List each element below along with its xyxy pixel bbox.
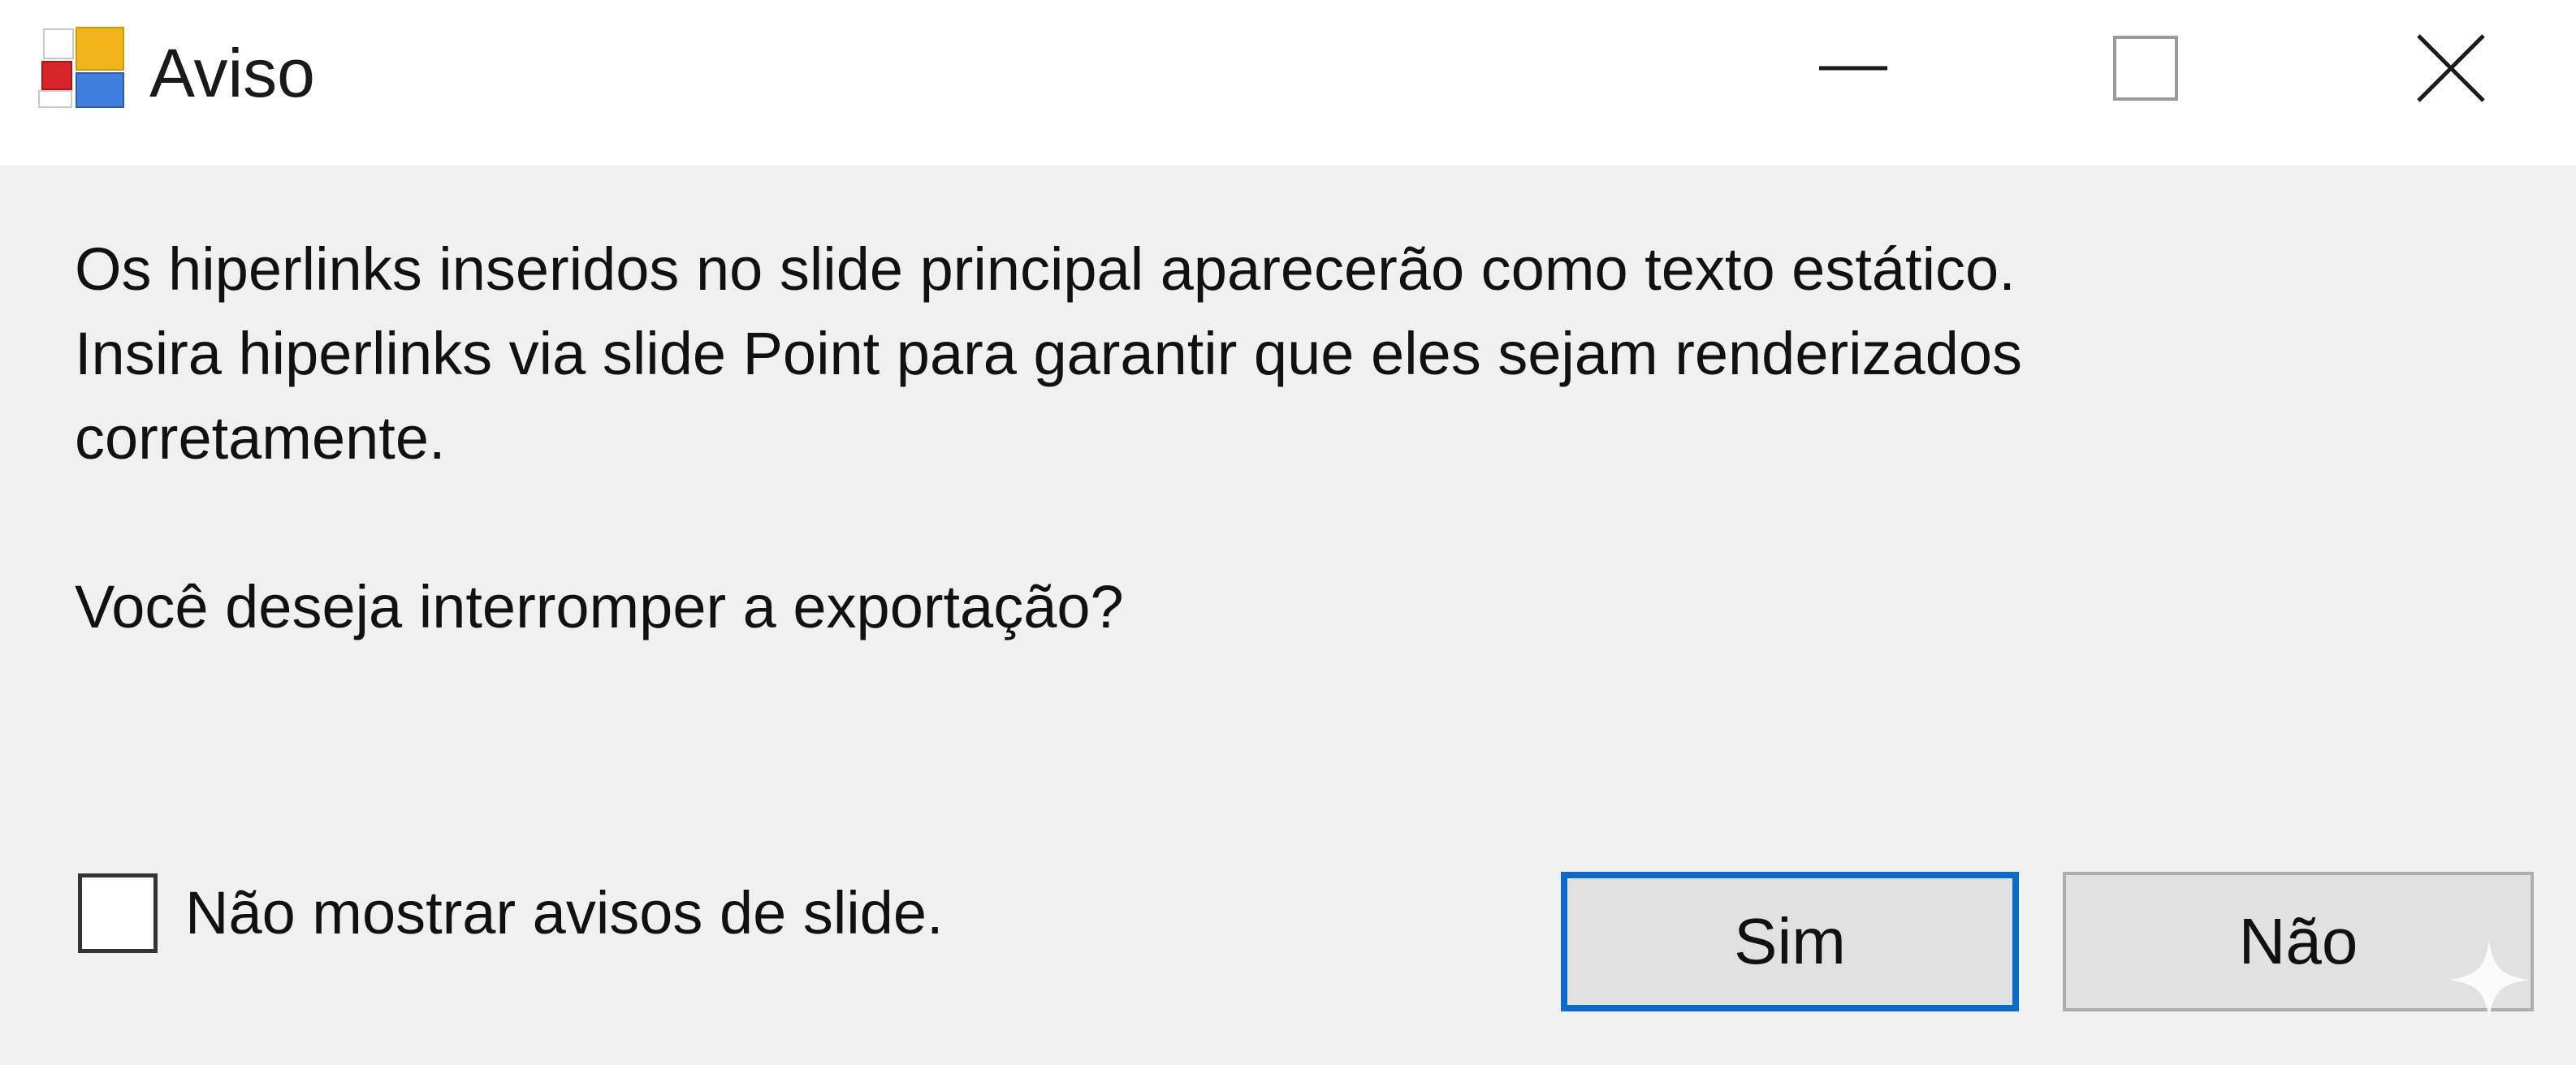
yes-button[interactable]: Sim [1561,872,2019,1011]
maximize-button[interactable] [2097,24,2194,114]
warning-message: Os hiperlinks inseridos no slide princip… [75,227,2495,481]
minimize-icon [1819,66,1887,71]
confirmation-question: Você deseja interromper a exportação? [75,573,1124,640]
close-icon [2417,34,2485,102]
close-button[interactable] [2402,24,2500,114]
dont-show-warnings-option[interactable]: Não mostrar avisos de slide. [78,869,944,958]
dont-show-warnings-label[interactable]: Não mostrar avisos de slide. [185,871,944,955]
dialog-window: Aviso Os hiperlinks inseridos no slide p… [0,0,2576,1065]
message-line-3: corretamente. [75,404,446,472]
minimize-button[interactable] [1804,24,1902,114]
dont-show-warnings-checkbox[interactable] [78,873,158,953]
window-title: Aviso [149,35,315,111]
message-line-1: Os hiperlinks inseridos no slide princip… [75,235,2016,303]
sparkle-icon [2449,940,2529,1020]
app-tiles-icon [38,27,124,108]
message-line-2: Insira hiperlinks via slide Point para g… [75,320,2023,387]
title-bar[interactable]: Aviso [0,0,2576,166]
maximize-icon [2113,36,2178,101]
